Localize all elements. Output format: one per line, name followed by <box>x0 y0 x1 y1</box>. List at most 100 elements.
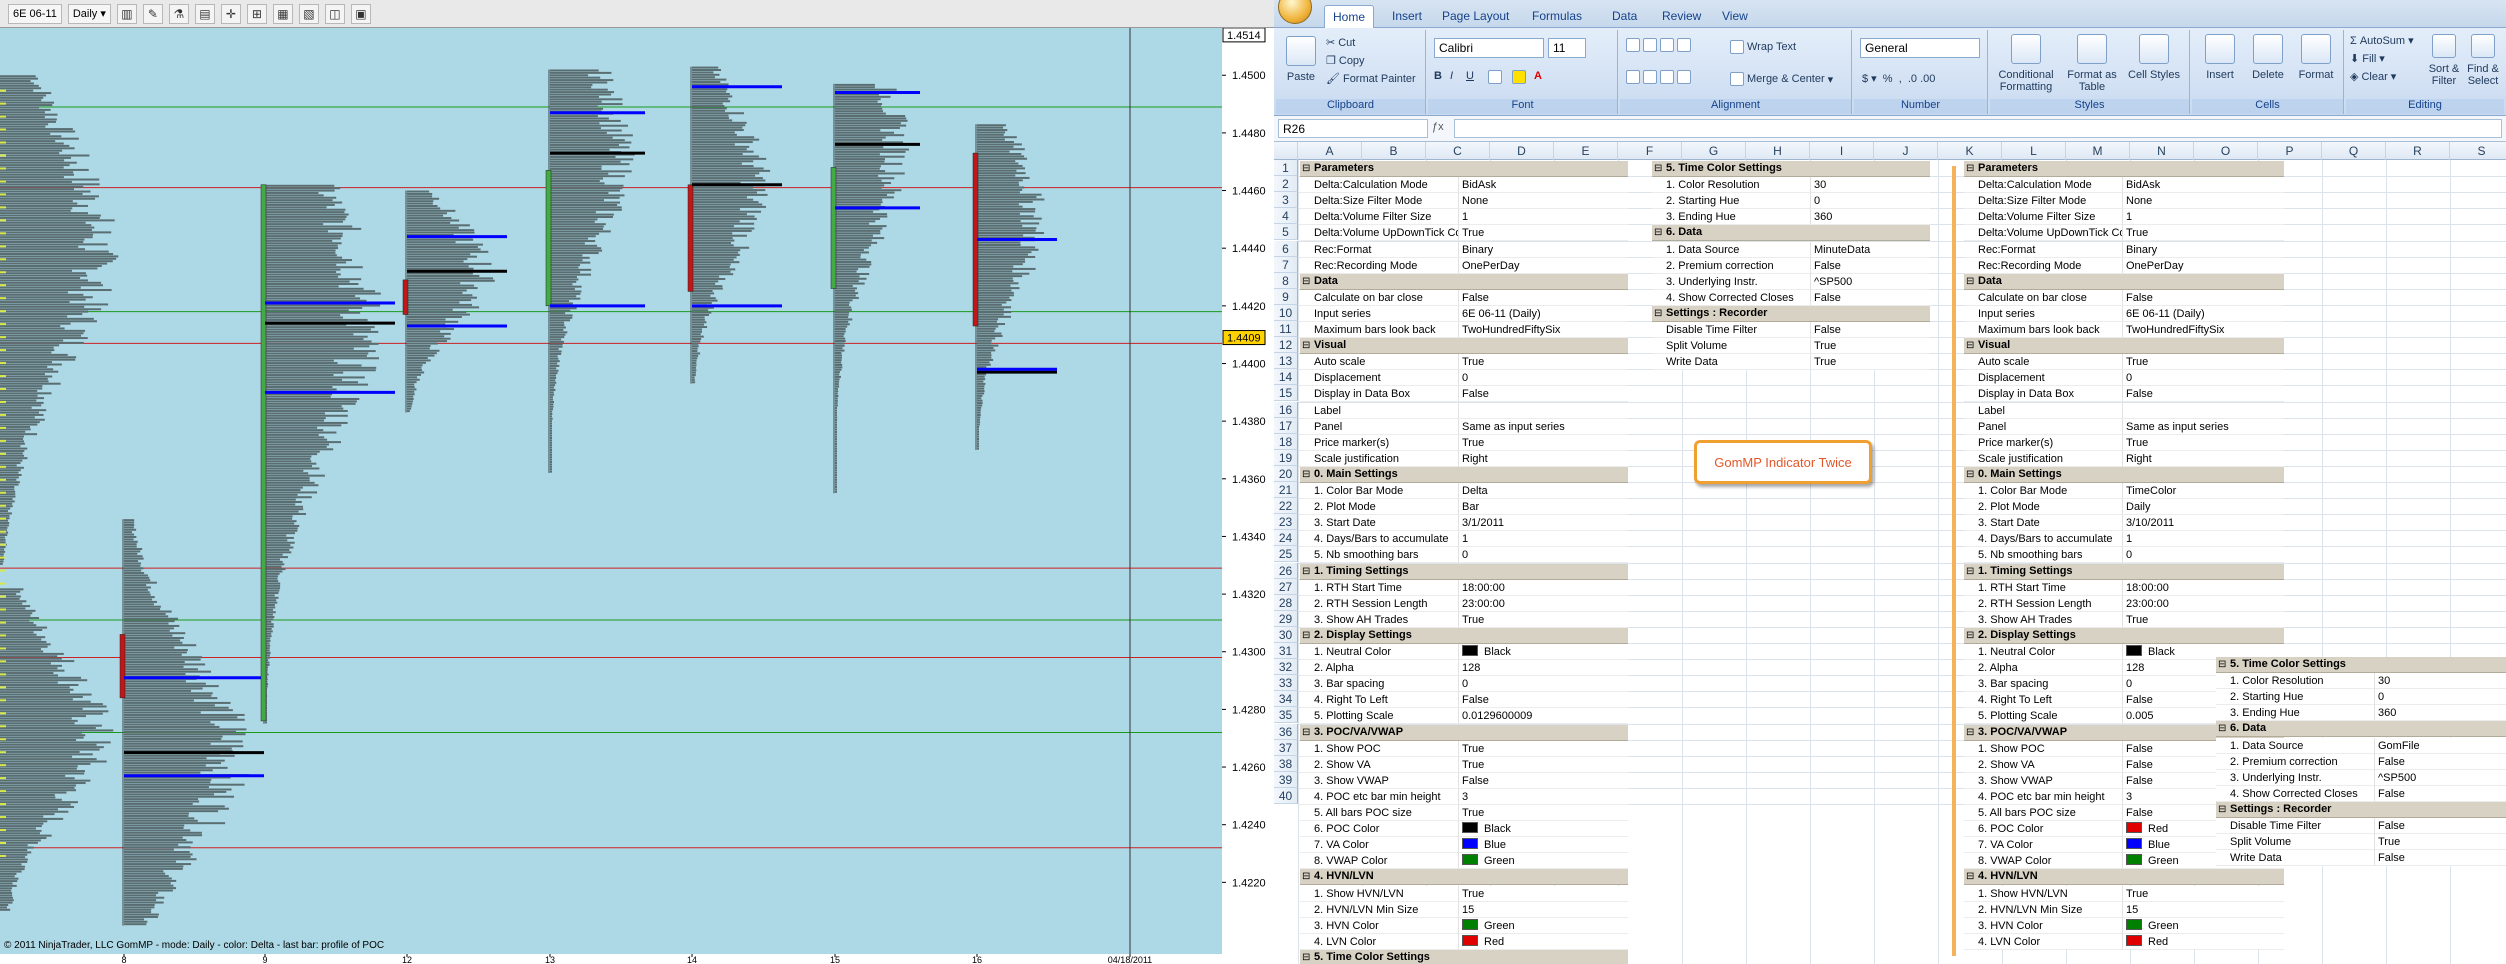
italic-button[interactable]: I <box>1450 70 1453 82</box>
instrument-selector[interactable]: 6E 06-11 <box>8 3 62 24</box>
property-value[interactable]: 1 <box>2122 209 2284 226</box>
property-category[interactable]: Settings : Recorder <box>2216 801 2506 818</box>
select-all-corner[interactable] <box>1274 142 1298 160</box>
insert-cells-button[interactable]: Insert <box>2198 34 2242 81</box>
row-header[interactable]: 25 <box>1274 546 1298 563</box>
tab-home[interactable]: Home <box>1324 5 1375 28</box>
row-header[interactable]: 27 <box>1274 578 1298 595</box>
property-value[interactable]: True <box>2374 834 2506 851</box>
price-chart-plot[interactable]: 1.45001.44801.44601.44401.44201.44001.43… <box>0 28 1274 964</box>
property-value[interactable]: 360 <box>1810 209 1930 226</box>
fx-icon[interactable]: ƒx <box>1432 121 1444 133</box>
property-value[interactable]: False <box>1458 386 1628 403</box>
row-header[interactable]: 1 <box>1274 160 1298 177</box>
property-value[interactable]: True <box>1458 756 1628 773</box>
row-header[interactable]: 7 <box>1274 256 1298 273</box>
row-header[interactable]: 24 <box>1274 530 1298 547</box>
property-category[interactable]: Settings : Recorder <box>1652 305 1930 322</box>
property-value[interactable]: OnePerDay <box>2122 257 2284 274</box>
property-value[interactable]: False <box>1810 322 1930 338</box>
property-value[interactable]: 1 <box>1458 531 1628 548</box>
property-value[interactable]: None <box>2122 193 2284 210</box>
property-value[interactable]: Same as input series <box>2122 418 2284 435</box>
property-value[interactable]: Red <box>2122 933 2284 950</box>
column-header[interactable]: P <box>2258 142 2322 160</box>
property-value[interactable]: Green <box>2122 917 2284 934</box>
zoom-icon[interactable]: ⊞ <box>246 3 267 24</box>
property-value[interactable]: 6E 06-11 (Daily) <box>2122 305 2284 322</box>
bold-button[interactable]: B <box>1434 70 1442 82</box>
column-header[interactable]: G <box>1682 142 1746 160</box>
property-value[interactable]: 0 <box>1458 676 1628 693</box>
property-value[interactable]: 1 <box>2122 531 2284 548</box>
property-value[interactable]: Black <box>1458 644 1628 660</box>
property-value[interactable]: Same as input series <box>1458 418 1628 435</box>
tab-formulas[interactable]: Formulas <box>1524 5 1590 27</box>
property-value[interactable]: BidAsk <box>1458 177 1628 194</box>
property-value[interactable]: False <box>1458 772 1628 789</box>
property-value[interactable]: 0 <box>2374 689 2506 706</box>
column-header[interactable]: C <box>1426 142 1490 160</box>
name-box[interactable]: R26 <box>1278 119 1428 138</box>
column-header[interactable]: K <box>1938 142 2002 160</box>
format-painter-button[interactable]: 🖌 Format Painter <box>1326 72 1416 86</box>
office-button[interactable] <box>1278 0 1312 24</box>
property-value[interactable]: False <box>1458 289 1628 306</box>
align-top-button[interactable] <box>1626 38 1691 52</box>
row-header[interactable]: 23 <box>1274 514 1298 531</box>
property-value[interactable]: False <box>2374 785 2506 802</box>
wrap-text-button[interactable]: Wrap Text <box>1730 40 1796 54</box>
property-value[interactable]: Binary <box>2122 241 2284 258</box>
column-header[interactable]: E <box>1554 142 1618 160</box>
property-value[interactable]: Delta <box>1458 483 1628 499</box>
merge-center-button[interactable]: Merge & Center ▾ <box>1730 72 1833 86</box>
tab-view[interactable]: View <box>1714 5 1756 27</box>
row-header[interactable]: 22 <box>1274 498 1298 515</box>
property-value[interactable]: 3 <box>1458 788 1628 805</box>
property-value[interactable]: True <box>2122 434 2284 451</box>
strategy-icon[interactable]: ▧ <box>298 3 319 24</box>
row-header[interactable]: 35 <box>1274 707 1298 724</box>
row-header[interactable]: 12 <box>1274 337 1298 354</box>
tab-page-layout[interactable]: Page Layout <box>1434 5 1517 27</box>
property-value[interactable]: TimeColor <box>2122 483 2284 499</box>
chart-trader-icon[interactable]: ▣ <box>350 3 371 24</box>
property-value[interactable] <box>2122 402 2284 419</box>
property-category[interactable]: 4. HVN/LVN <box>1964 869 2284 886</box>
row-header[interactable]: 6 <box>1274 240 1298 257</box>
bars-type-icon[interactable]: ▥ <box>116 3 137 24</box>
row-header[interactable]: 37 <box>1274 739 1298 756</box>
row-header[interactable]: 14 <box>1274 369 1298 386</box>
property-value[interactable]: False <box>1458 692 1628 709</box>
property-value[interactable]: True <box>1810 338 1930 355</box>
row-header[interactable]: 2 <box>1274 176 1298 193</box>
property-category[interactable]: Visual <box>1300 338 1628 355</box>
fill-color-button[interactable] <box>1512 70 1526 84</box>
format-as-table-button[interactable]: Format as Table <box>2062 34 2122 93</box>
property-value[interactable]: True <box>1458 805 1628 821</box>
property-value[interactable]: 15 <box>2122 901 2284 918</box>
property-value[interactable]: True <box>1810 354 1930 371</box>
property-value[interactable]: True <box>1458 740 1628 757</box>
find-select-button[interactable]: Find & Select <box>2464 34 2502 87</box>
row-header[interactable]: 5 <box>1274 224 1298 241</box>
column-header[interactable]: D <box>1490 142 1554 160</box>
property-value[interactable]: Green <box>1458 917 1628 934</box>
tab-data[interactable]: Data <box>1604 5 1645 27</box>
property-value[interactable]: 15 <box>1458 901 1628 918</box>
property-value[interactable]: 6E 06-11 (Daily) <box>1458 305 1628 322</box>
align-left-button[interactable] <box>1626 70 1691 84</box>
property-value[interactable]: 18:00:00 <box>1458 579 1628 596</box>
underline-button[interactable]: U <box>1466 70 1474 82</box>
row-header[interactable]: 36 <box>1274 723 1298 740</box>
column-header[interactable]: J <box>1874 142 1938 160</box>
property-category[interactable]: 0. Main Settings <box>1964 466 2284 483</box>
tab-insert[interactable]: Insert <box>1384 5 1430 27</box>
row-header[interactable]: 38 <box>1274 755 1298 772</box>
property-value[interactable]: Red <box>1458 933 1628 950</box>
borders-button[interactable] <box>1488 70 1502 84</box>
row-header[interactable]: 11 <box>1274 321 1298 338</box>
column-header[interactable]: N <box>2130 142 2194 160</box>
property-value[interactable]: False <box>2374 850 2506 867</box>
property-value[interactable]: Blue <box>1458 837 1628 854</box>
